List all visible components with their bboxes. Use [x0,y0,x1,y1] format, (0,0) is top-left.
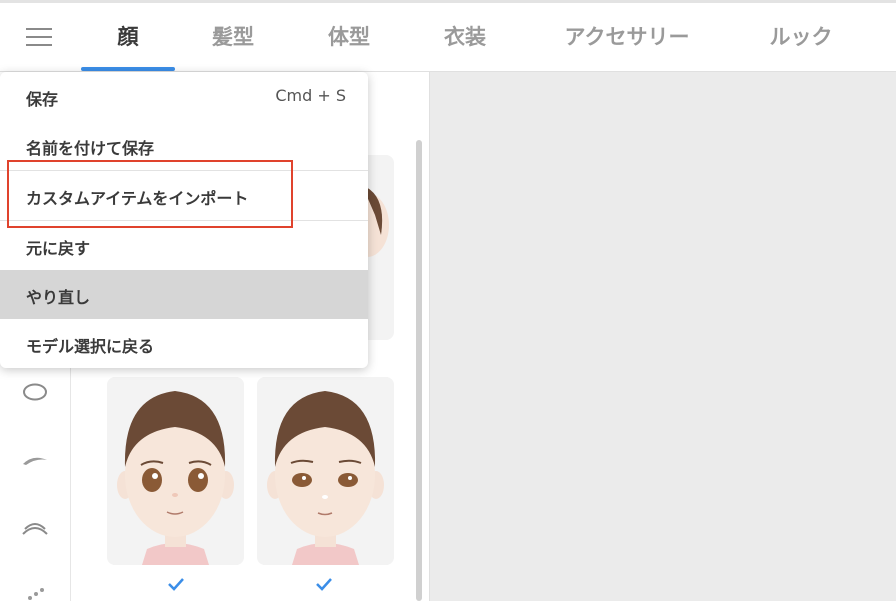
face-outline-icon[interactable] [22,383,48,401]
menu-item-label: やり直し [26,288,91,307]
menu-item-label: 保存 [26,90,59,109]
menu-item-label: 名前を付けて保存 [26,139,155,158]
face-preset-card-1[interactable] [107,377,244,565]
hamburger-menu-icon[interactable] [26,28,52,46]
tab-outfit[interactable]: 衣装 [438,20,492,54]
menu-item-undo[interactable]: 元に戻す [0,221,368,270]
face-preset-card-2[interactable] [257,377,394,565]
eyebrow-icon[interactable] [20,452,50,468]
tab-bar: 顔 髪型 体型 衣装 アクセサリー ルック [0,3,896,72]
tab-look[interactable]: ルック [764,20,838,54]
tab-face[interactable]: 顔 [112,20,144,54]
menu-item-save[interactable]: 保存 Cmd + S [0,72,368,121]
menu-item-label: 元に戻す [26,239,91,258]
menu-item-label: モデル選択に戻る [26,337,155,356]
shortcut-label: Cmd + S [275,86,346,105]
selected-check-icon [168,578,184,591]
menu-item-redo[interactable]: やり直し [0,270,368,319]
annotation-highlight-box [7,160,293,228]
tab-hairstyle[interactable]: 髪型 [206,20,260,54]
active-tab-indicator [81,67,175,71]
selected-check-icon [316,578,332,591]
scrollbar[interactable] [416,140,422,601]
tab-body[interactable]: 体型 [322,20,376,54]
menu-item-back-to-model-select[interactable]: モデル選択に戻る [0,319,368,368]
eye-icon[interactable] [20,518,50,538]
more-icon[interactable] [26,586,48,602]
preview-panel [430,72,896,601]
tab-accessories[interactable]: アクセサリー [555,20,699,54]
